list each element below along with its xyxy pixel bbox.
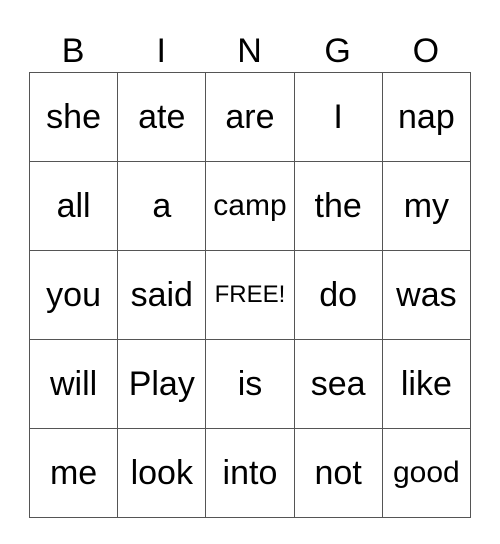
card-row: me look into not good: [28, 428, 472, 518]
card-cell: do: [293, 250, 383, 340]
card-cell: she: [28, 72, 119, 162]
card-cell: a: [117, 161, 207, 251]
card-cell: is: [205, 339, 295, 429]
bingo-header: B I N G O: [29, 30, 470, 72]
card-cell: I: [293, 72, 383, 162]
card-cell: you: [28, 250, 119, 340]
card-row: she ate are I nap: [28, 72, 472, 162]
card-cell: Play: [117, 339, 207, 429]
header-letter-b: B: [61, 32, 85, 70]
card-cell: my: [381, 161, 472, 251]
card-row: all a camp the my: [28, 161, 472, 251]
card-cell: sea: [293, 339, 383, 429]
free-space-cell: FREE!: [205, 250, 295, 340]
card-cell: ate: [117, 72, 207, 162]
card-row: you said FREE! do was: [28, 250, 472, 340]
bingo-card: she ate are I nap all a camp the my you …: [28, 72, 472, 518]
header-letter-g: G: [324, 32, 351, 70]
card-cell: good: [381, 428, 472, 518]
card-cell: like: [381, 339, 472, 429]
card-cell: not: [293, 428, 383, 518]
card-cell: was: [381, 250, 472, 340]
card-cell: said: [117, 250, 207, 340]
header-letter-o: O: [412, 32, 440, 70]
card-cell: will: [28, 339, 119, 429]
card-cell: into: [205, 428, 295, 518]
card-row: will Play is sea like: [28, 339, 472, 429]
card-cell: are: [205, 72, 295, 162]
card-cell: me: [28, 428, 119, 518]
card-cell: nap: [381, 72, 472, 162]
card-cell: camp: [205, 161, 295, 251]
card-cell: the: [293, 161, 383, 251]
card-cell: look: [117, 428, 207, 518]
header-letter-i: I: [156, 32, 166, 70]
card-cell: all: [28, 161, 119, 251]
header-letter-n: N: [237, 32, 262, 70]
